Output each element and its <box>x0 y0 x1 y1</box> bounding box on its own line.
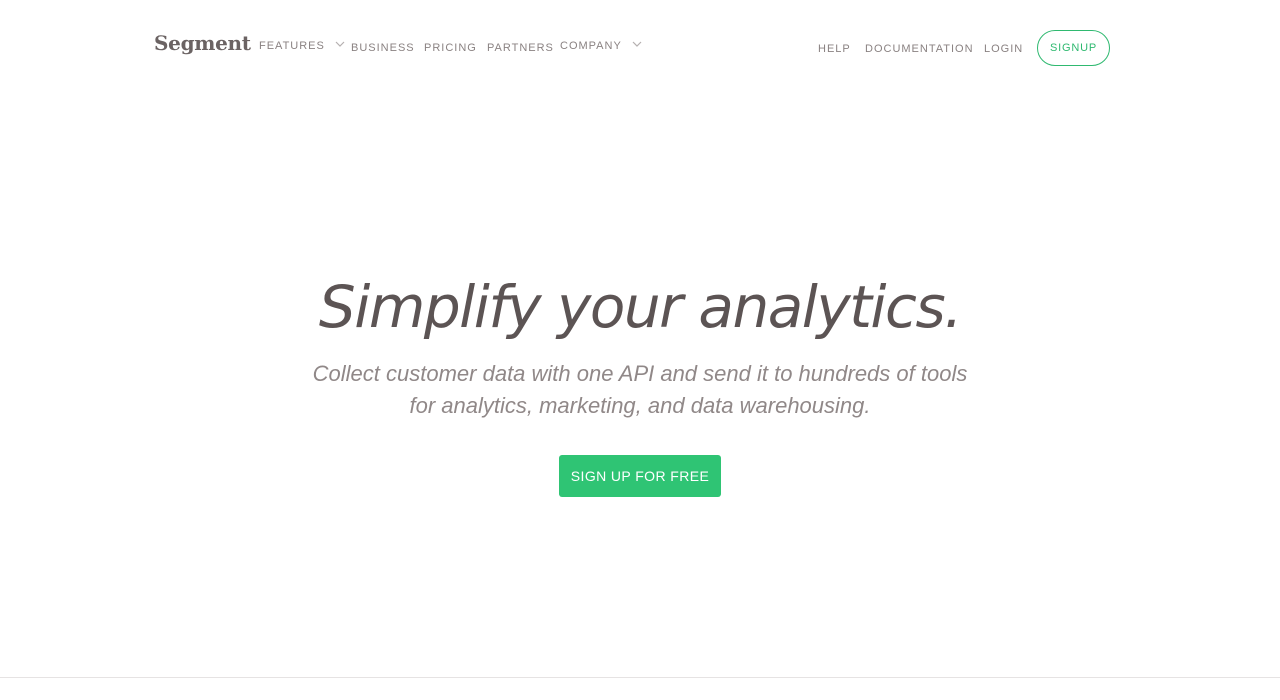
nav-business[interactable]: BUSINESS <box>351 42 415 54</box>
nav-features[interactable]: FEATURES <box>259 40 345 52</box>
chevron-down-icon <box>335 41 345 47</box>
nav-features-label: FEATURES <box>259 40 325 52</box>
chevron-down-icon <box>632 41 642 47</box>
nav-partners[interactable]: PARTNERS <box>487 42 554 54</box>
hero-subtitle-line-1: Collect customer data with one API and s… <box>312 361 968 386</box>
signup-button[interactable]: SIGNUP <box>1037 30 1110 66</box>
nav-help[interactable]: HELP <box>818 43 851 55</box>
nav-pricing[interactable]: PRICING <box>424 42 477 54</box>
section-divider <box>0 677 1280 678</box>
nav-login[interactable]: LOGIN <box>984 43 1023 55</box>
segment-logo[interactable]: Segment <box>154 31 251 55</box>
nav-company[interactable]: COMPANY <box>560 40 642 52</box>
nav-documentation[interactable]: DOCUMENTATION <box>865 43 974 55</box>
hero-title: Simplify your analytics. <box>318 273 963 341</box>
nav-company-label: COMPANY <box>560 40 622 52</box>
hero-subtitle-line-2: for analytics, marketing, and data wareh… <box>409 393 871 418</box>
hero-subtitle: Collect customer data with one API and s… <box>0 358 1280 422</box>
sign-up-for-free-button[interactable]: SIGN UP FOR FREE <box>559 455 721 497</box>
page: Segment FEATURES BUSINESS PRICING PARTNE… <box>0 0 1280 700</box>
